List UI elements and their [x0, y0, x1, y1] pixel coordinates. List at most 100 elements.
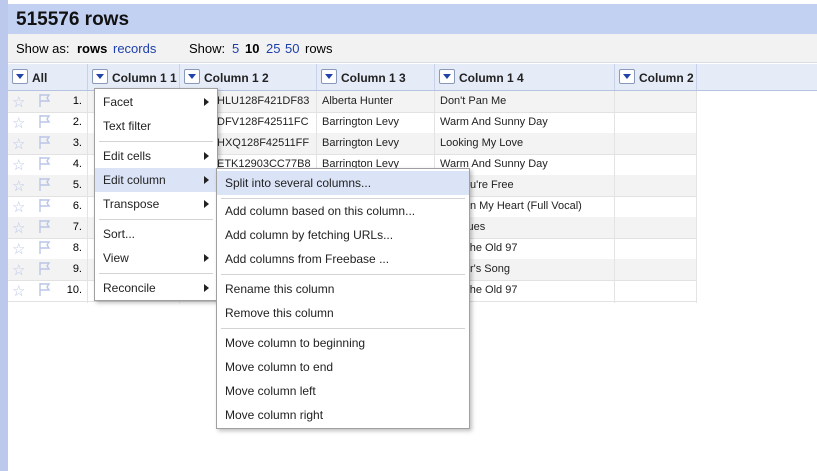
- star-icon[interactable]: ☆: [12, 240, 25, 258]
- column-label: Column 1 1: [112, 71, 177, 85]
- menu-item-rename-column[interactable]: Rename this column: [217, 277, 469, 301]
- flag-icon[interactable]: [38, 261, 51, 276]
- cell-column-1-4[interactable]: Looking My Love: [440, 137, 523, 149]
- column-header-row: All Column 1 1 Column 1 2 Column 1 3 Col…: [8, 64, 817, 91]
- menu-item-split-columns[interactable]: Split into several columns...: [217, 171, 469, 195]
- flag-icon[interactable]: [38, 135, 51, 150]
- menu-item-edit-cells[interactable]: Edit cells: [95, 144, 217, 168]
- menu-item-label: Text filter: [103, 119, 152, 133]
- chevron-down-icon[interactable]: [321, 69, 337, 84]
- flag-icon[interactable]: [38, 114, 51, 129]
- flag-icon[interactable]: [38, 93, 51, 108]
- page-size-25[interactable]: 25: [266, 41, 280, 56]
- row-number: 3.: [72, 137, 82, 149]
- flag-icon[interactable]: [38, 177, 51, 192]
- page-size-10[interactable]: 10: [245, 41, 259, 56]
- cell-column-1-4[interactable]: Warm And Sunny Day: [440, 116, 548, 128]
- cell-column-1-2[interactable]: DFV128F42511FC: [217, 116, 309, 128]
- menu-item-label: Edit cells: [103, 149, 152, 163]
- view-options-bar: Show as: rows records Show: 5 10 25 50 r…: [8, 34, 817, 63]
- column-header-all[interactable]: All: [8, 64, 88, 90]
- chevron-down-icon[interactable]: [439, 69, 455, 84]
- chevron-right-icon: [204, 98, 209, 106]
- row-number: 7.: [72, 221, 82, 233]
- column-header-column-1-2[interactable]: Column 1 2: [180, 64, 317, 90]
- column-label: Column 1 4: [459, 71, 524, 85]
- star-icon[interactable]: ☆: [12, 219, 25, 237]
- star-icon[interactable]: ☆: [12, 198, 25, 216]
- menu-item-edit-column[interactable]: Edit column: [95, 168, 217, 192]
- star-icon[interactable]: ☆: [12, 114, 25, 132]
- column-label: All: [32, 71, 48, 85]
- chevron-down-icon[interactable]: [184, 69, 200, 84]
- menu-item-reconcile[interactable]: Reconcile: [95, 276, 217, 300]
- menu-divider: [221, 274, 465, 275]
- menu-item-view[interactable]: View: [95, 246, 217, 270]
- column-header-column-1-3[interactable]: Column 1 3: [317, 64, 435, 90]
- cell-column-1-2[interactable]: HXQ128F42511FF: [217, 137, 309, 149]
- flag-icon[interactable]: [38, 156, 51, 171]
- row-number: 10.: [66, 284, 82, 296]
- menu-item-transpose[interactable]: Transpose: [95, 192, 217, 216]
- row-number: 9.: [72, 263, 82, 275]
- flag-icon[interactable]: [38, 198, 51, 213]
- chevron-down-icon[interactable]: [619, 69, 635, 84]
- menu-item-add-column-based[interactable]: Add column based on this column...: [217, 199, 469, 223]
- column-label: Column 2: [639, 71, 694, 85]
- cell-column-1-4[interactable]: Don't Pan Me: [440, 95, 506, 107]
- row-number: 5.: [72, 179, 82, 191]
- menu-item-add-column-fetching-urls[interactable]: Add column by fetching URLs...: [217, 223, 469, 247]
- page-size-50[interactable]: 50: [285, 41, 299, 56]
- row-count-bar: 515576 rows: [8, 4, 817, 34]
- menu-item-label: Transpose: [103, 197, 160, 211]
- menu-divider: [221, 328, 465, 329]
- menu-item-sort[interactable]: Sort...: [95, 222, 217, 246]
- star-icon[interactable]: ☆: [12, 93, 25, 111]
- column-header-column-2[interactable]: Column 2: [615, 64, 697, 90]
- flag-icon[interactable]: [38, 219, 51, 234]
- cell-column-1-3[interactable]: Alberta Hunter: [322, 95, 393, 107]
- menu-item-label: Facet: [103, 95, 134, 109]
- flag-icon[interactable]: [38, 282, 51, 297]
- edit-column-submenu: Split into several columns... Add column…: [216, 168, 470, 429]
- column-label: Column 1 2: [204, 71, 269, 85]
- menu-item-remove-column[interactable]: Remove this column: [217, 301, 469, 325]
- menu-item-label: Add column based on this column...: [225, 204, 416, 218]
- menu-item-text-filter[interactable]: Text filter: [95, 114, 217, 138]
- chevron-right-icon: [204, 152, 209, 160]
- menu-item-label: Split into several columns...: [225, 176, 372, 190]
- menu-item-move-to-end[interactable]: Move column to end: [217, 355, 469, 379]
- row-number: 4.: [72, 158, 82, 170]
- star-icon[interactable]: ☆: [12, 177, 25, 195]
- menu-item-move-to-beginning[interactable]: Move column to beginning: [217, 331, 469, 355]
- menu-item-label: Move column to end: [225, 360, 334, 374]
- menu-item-label: Edit column: [103, 173, 166, 187]
- row-number: 8.: [72, 242, 82, 254]
- column-header-column-1-1[interactable]: Column 1 1: [88, 64, 180, 90]
- star-icon[interactable]: ☆: [12, 282, 25, 300]
- cell-column-1-2[interactable]: HLU128F421DF83: [217, 95, 309, 107]
- column-header-column-1-4[interactable]: Column 1 4: [435, 64, 615, 90]
- show-as-records-link[interactable]: records: [113, 41, 156, 56]
- menu-item-move-right[interactable]: Move column right: [217, 403, 469, 427]
- show-as-rows[interactable]: rows: [77, 41, 107, 56]
- flag-icon[interactable]: [38, 240, 51, 255]
- star-icon[interactable]: ☆: [12, 156, 25, 174]
- chevron-down-icon[interactable]: [12, 69, 28, 84]
- star-icon[interactable]: ☆: [12, 261, 25, 279]
- menu-item-facet[interactable]: Facet: [95, 90, 217, 114]
- chevron-down-icon[interactable]: [92, 69, 108, 84]
- menu-item-label: Reconcile: [103, 281, 156, 295]
- menu-item-move-left[interactable]: Move column left: [217, 379, 469, 403]
- star-icon[interactable]: ☆: [12, 135, 25, 153]
- menu-item-add-columns-freebase[interactable]: Add columns from Freebase ...: [217, 247, 469, 271]
- menu-divider: [99, 141, 213, 142]
- cell-column-1-3[interactable]: Barrington Levy: [322, 116, 399, 128]
- page-size-5[interactable]: 5: [232, 41, 239, 56]
- row-number: 6.: [72, 200, 82, 212]
- show-label: Show:: [189, 41, 226, 56]
- menu-item-label: View: [103, 251, 129, 265]
- menu-item-label: Add columns from Freebase ...: [225, 252, 390, 266]
- cell-column-1-3[interactable]: Barrington Levy: [322, 137, 399, 149]
- chevron-right-icon: [204, 200, 209, 208]
